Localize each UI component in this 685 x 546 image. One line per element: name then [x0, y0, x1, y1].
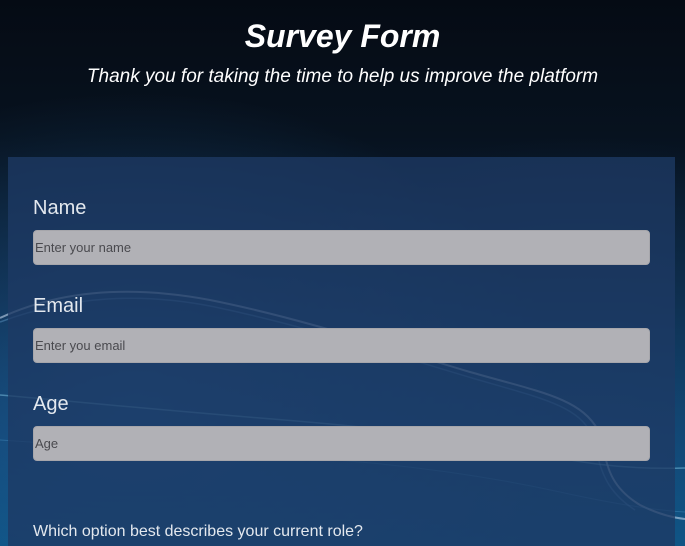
- role-question-label: Which option best describes your current…: [33, 523, 363, 540]
- email-input[interactable]: [33, 328, 650, 363]
- name-input[interactable]: [33, 230, 650, 265]
- page-subtitle: Thank you for taking the time to help us…: [86, 66, 599, 87]
- survey-form: Name Email Age Which option best describ…: [8, 157, 675, 546]
- page-title: Survey Form: [244, 18, 441, 54]
- email-label: Email: [33, 295, 84, 317]
- age-label: Age: [33, 393, 69, 415]
- age-input[interactable]: [33, 426, 650, 461]
- name-label: Name: [33, 197, 87, 219]
